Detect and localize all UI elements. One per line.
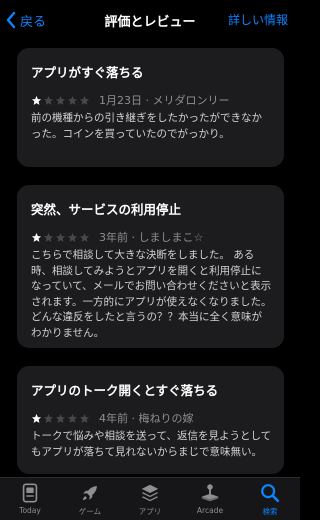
search-icon (261, 484, 280, 503)
star-empty-icon (79, 95, 90, 105)
star-rating (31, 95, 91, 106)
tab-today[interactable]: Today (0, 478, 60, 520)
review-meta: 3年前 · しましまこ☆ (31, 229, 203, 245)
star-empty-icon (67, 413, 78, 423)
review-meta: 1月23日 · メリダロンリー (31, 92, 230, 108)
review-meta: 4年前 · 梅ねりの嫁 (31, 410, 194, 426)
review-date-author: 3年前 · しましまこ☆ (99, 231, 204, 244)
tab-games[interactable]: ゲーム (60, 478, 120, 520)
tab-label: 検索 (262, 507, 278, 516)
star-empty-icon (79, 232, 90, 242)
star-filled-icon (31, 232, 42, 242)
review-date-author: 1月23日 · メリダロンリー (99, 94, 230, 107)
tab-apps[interactable]: アプリ (120, 478, 180, 520)
tab-label: Today (19, 506, 41, 515)
review-body: トークで悩みや相談を送って、返信を見ようとしてもアプリが落ちて見れないからまじで… (31, 430, 272, 458)
review-title: アプリがすぐ落ちる (31, 65, 144, 80)
joystick-icon (201, 484, 219, 502)
star-empty-icon (55, 95, 66, 105)
more-info-link[interactable]: 詳しい情報 (228, 11, 288, 28)
star-empty-icon (67, 232, 78, 242)
star-empty-icon (79, 413, 90, 423)
star-rating (31, 413, 91, 424)
navigation-bar: 戻る 評価とレビュー 詳しい情報 (0, 0, 300, 40)
star-empty-icon (43, 232, 54, 242)
review-card[interactable]: 突然、サービスの利用停止 3年前 · しましまこ☆ こちらで相談して大きな決断を… (17, 185, 284, 348)
star-rating (31, 232, 91, 243)
tab-search[interactable]: 検索 (240, 478, 300, 520)
review-title: アプリのトーク開くとすぐ落ちる (31, 383, 219, 398)
star-empty-icon (43, 95, 54, 105)
tab-label: アプリ (138, 507, 162, 516)
review-title: 突然、サービスの利用停止 (31, 202, 182, 217)
star-filled-icon (31, 95, 42, 105)
review-date-author: 4年前 · 梅ねりの嫁 (99, 412, 194, 425)
star-empty-icon (55, 232, 66, 242)
tab-arcade[interactable]: Arcade (180, 478, 240, 520)
tab-label: ゲーム (78, 507, 102, 516)
today-icon (22, 483, 38, 503)
review-card[interactable]: アプリがすぐ落ちる 1月23日 · メリダロンリー 前の機種からの引き継ぎをした… (17, 48, 284, 167)
apps-stack-icon (141, 484, 159, 502)
star-empty-icon (43, 413, 54, 423)
star-empty-icon (55, 413, 66, 423)
review-body: 前の機種からの引き継ぎをしたかったができなかった。コインを買っていたのでがっかり… (31, 112, 262, 140)
review-card[interactable]: アプリのトーク開くとすぐ落ちる 4年前 · 梅ねりの嫁 トークで悩みや相談を送っ… (17, 366, 284, 474)
tab-bar: Today ゲーム アプリ Arcade 検索 (0, 477, 300, 520)
review-body: こちらで相談して大きな決断をしました。 ある時、相談してみようとアプリを開くと利… (31, 249, 272, 339)
tab-label: Arcade (196, 506, 224, 515)
star-empty-icon (67, 95, 78, 105)
rocket-icon (82, 486, 97, 501)
star-filled-icon (31, 413, 42, 423)
